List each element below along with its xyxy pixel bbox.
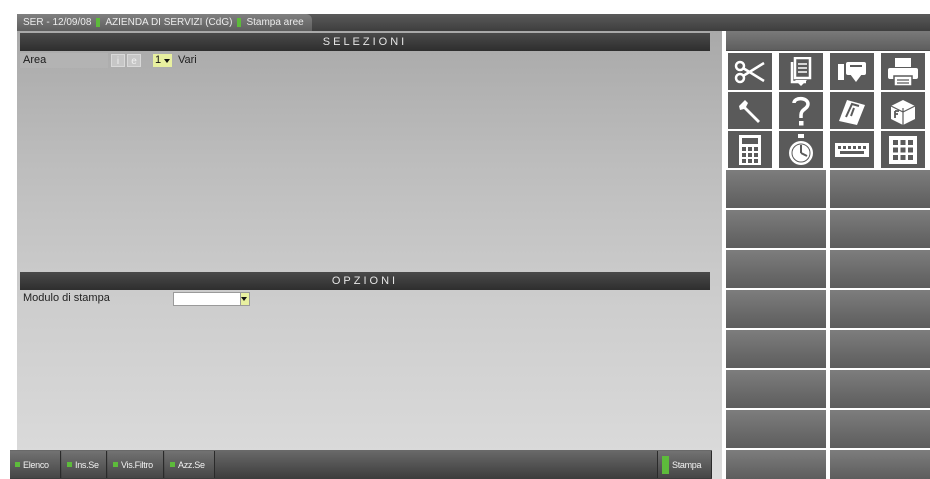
copy-document-icon[interactable] [779,53,823,90]
calculator-icon[interactable] [728,131,772,168]
app-window: SER - 12/09/08 AZIENDA DI SERVIZI (CdG) … [0,0,930,479]
icon-grid [726,51,930,168]
toolbar-empty-slot[interactable] [726,450,828,479]
title-company: SER - 12/09/08 [23,17,92,28]
toolbar-top-strip [726,31,930,51]
area-select-value[interactable]: 1 [153,54,163,67]
modulo-stampa-select[interactable] [173,292,241,306]
title-separator [237,18,242,27]
wrench-icon[interactable] [728,92,772,129]
toolbar-empty-slot[interactable] [830,370,930,408]
function-bar: Elenco Ins.Se Vis.Filtro Azz.Se Stampa [10,450,712,479]
toolbar-empty-slot[interactable] [830,170,930,208]
title-bar: SER - 12/09/08 AZIENDA DI SERVIZI (CdG) … [17,14,930,31]
toolbar-empty-slot[interactable] [830,290,930,328]
title-module: AZIENDA DI SERVIZI (CdG) [105,17,233,28]
toolbar-empty-slot[interactable] [830,330,930,368]
function-keys-icon[interactable] [881,92,925,129]
modulo-stampa-dropdown-button[interactable] [241,292,250,306]
stopwatch-icon[interactable] [779,131,823,168]
area-exclude-toggle[interactable]: e [127,54,141,67]
scissors-icon[interactable] [728,53,772,90]
area-description: Vari [178,54,197,66]
area-include-toggle[interactable]: i [111,54,125,67]
toolbar-empty-slot[interactable] [726,170,828,208]
vis-filtro-button[interactable]: Vis.Filtro [108,451,164,478]
stampa-button[interactable]: Stampa [657,451,712,478]
paste-icon[interactable] [830,53,874,90]
green-indicator-icon [67,462,72,467]
elenco-label: Elenco [23,459,49,470]
azz-se-label: Azz.Se [178,459,205,470]
stampa-label: Stampa [672,459,702,470]
toolbar-empty-slot[interactable] [830,410,930,448]
title-screen: Stampa aree [246,17,304,28]
selezioni-header: SELEZIONI [20,33,710,51]
toolbar-empty-slot[interactable] [830,210,930,248]
title-separator [96,18,101,27]
title-tab: SER - 12/09/08 AZIENDA DI SERVIZI (CdG) … [17,14,312,31]
modulo-stampa-label: Modulo di stampa [23,292,110,304]
elenco-button[interactable]: Elenco [10,451,61,478]
toolbar-empty-slot[interactable] [830,250,930,288]
ins-se-button[interactable]: Ins.Se [62,451,107,478]
toolbar-empty-slot[interactable] [726,290,828,328]
toolbar-empty-slot[interactable] [726,330,828,368]
printer-icon[interactable] [881,53,925,90]
ins-se-label: Ins.Se [75,459,99,470]
area-label: Area [20,53,108,68]
vis-filtro-label: Vis.Filtro [121,459,153,470]
toolbar-empty-slot[interactable] [726,210,828,248]
modulo-stampa-row: Modulo di stampa [20,291,710,307]
notes-icon[interactable] [830,92,874,129]
right-toolbar [726,31,930,479]
opzioni-header: OPZIONI [20,272,710,290]
toolbar-empty-slot[interactable] [726,370,828,408]
toolbar-empty-slot[interactable] [726,250,828,288]
area-dropdown-button[interactable] [163,54,172,67]
green-indicator-icon [170,462,175,467]
keyboard-icon[interactable] [830,131,874,168]
azz-se-button[interactable]: Azz.Se [165,451,215,478]
toolbar-empty-slot[interactable] [726,410,828,448]
green-indicator-icon [15,462,20,467]
help-question-icon[interactable] [779,92,823,129]
grid-icon[interactable] [881,131,925,168]
green-indicator-icon [113,462,118,467]
green-indicator-icon [662,455,669,474]
main-panel: SELEZIONI Area i e 1 Vari OPZIONI Modulo… [17,31,722,479]
toolbar-empty-slot[interactable] [830,450,930,479]
area-row: Area i e 1 Vari [20,53,710,68]
